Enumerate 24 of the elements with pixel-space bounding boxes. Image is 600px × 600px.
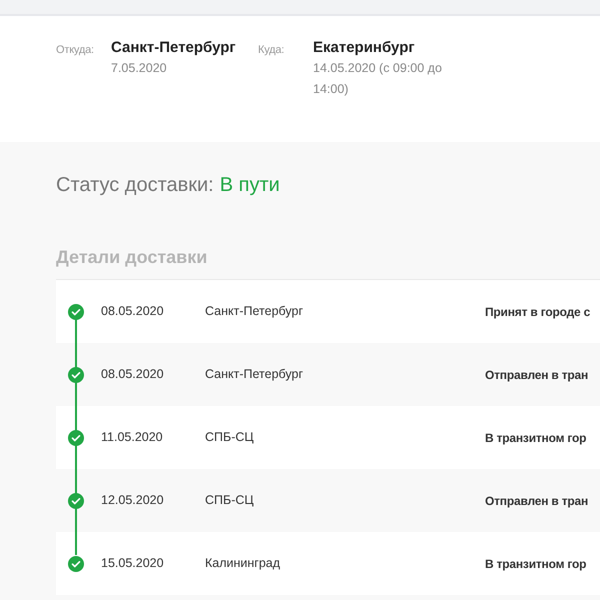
event-status: В транзитном гор <box>485 430 586 446</box>
event-place: СПБ-СЦ <box>205 429 255 446</box>
event-date: 12.05.2020 <box>101 492 165 510</box>
status-label: Статус доставки: <box>56 173 214 198</box>
event-date: 08.05.2020 <box>101 366 165 384</box>
section-title: Детали доставки <box>56 246 208 269</box>
event-place: Калининград <box>205 555 282 572</box>
event-status: Отправлен в тран <box>485 492 588 510</box>
event-date: 15.05.2020 <box>101 555 165 572</box>
route-label: Куда: <box>258 43 286 58</box>
event-place: Санкт-Петербург <box>205 366 304 384</box>
status-value: В пути <box>220 173 280 198</box>
event-place: СПБ-СЦ <box>205 492 255 510</box>
event-status: Отправлен в тран <box>485 366 588 384</box>
route-date: 7.05.2020 <box>111 60 168 77</box>
city-name: Екатеринбург <box>313 38 416 58</box>
route-label: Откуда: <box>56 43 95 58</box>
event-status: В транзитном гор <box>485 556 586 572</box>
event-date: 11.05.2020 <box>101 429 164 446</box>
route-date: 14.05.2020 (с 09:00 до 14:00) <box>313 60 443 98</box>
event-date: 08.05.2020 <box>101 303 165 320</box>
event-place: Санкт-Петербург <box>205 303 304 320</box>
city-name: Санкт-Петербург <box>111 38 237 58</box>
event-status: Принят в городе с <box>485 304 590 320</box>
